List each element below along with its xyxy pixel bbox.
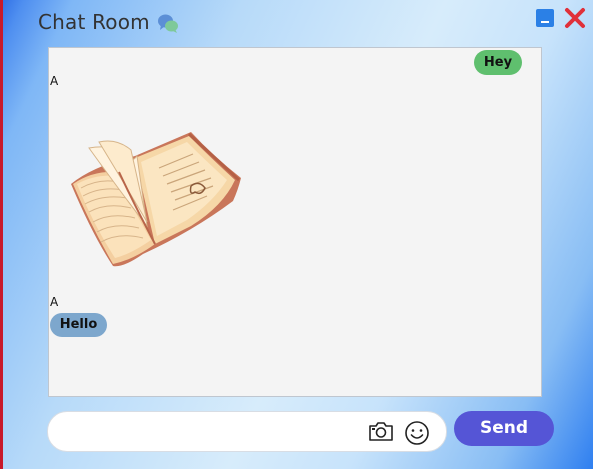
minimize-button[interactable]	[536, 9, 554, 27]
message-composer	[47, 411, 447, 452]
smiley-icon[interactable]	[404, 420, 430, 446]
message-sender-label: A	[50, 74, 59, 88]
message-bubble-outgoing: Hey	[474, 50, 522, 75]
chat-messages-area[interactable]: Hey A A Hello	[48, 47, 542, 397]
message-sender-label: A	[50, 295, 59, 309]
chat-bubbles-icon	[158, 14, 178, 33]
message-bubble-incoming: Hello	[50, 313, 107, 337]
message-input[interactable]	[62, 418, 366, 446]
camera-icon[interactable]	[368, 420, 394, 442]
window-edge	[0, 0, 3, 469]
window-title: Chat Room	[38, 10, 150, 34]
open-book-image[interactable]	[63, 126, 259, 270]
send-button[interactable]: Send	[454, 411, 554, 446]
close-button[interactable]	[564, 7, 586, 29]
